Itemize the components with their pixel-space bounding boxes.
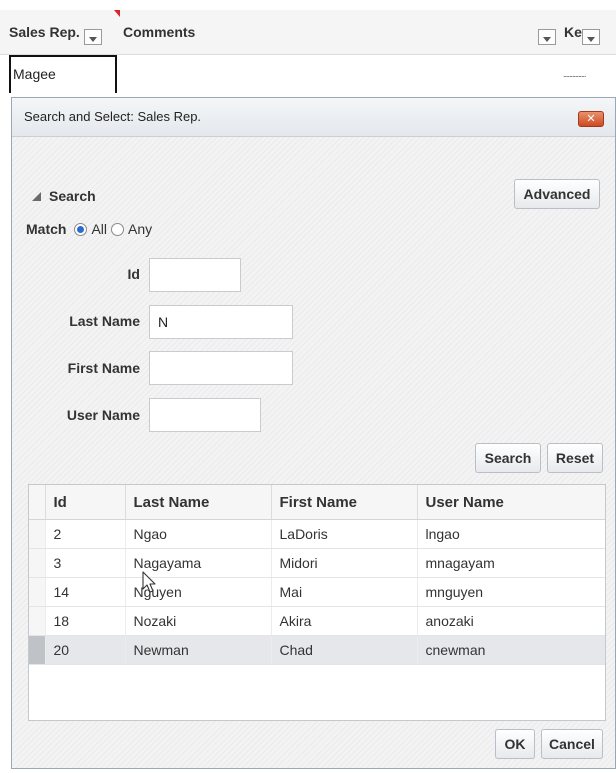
column-label-ke: Ke [564, 24, 582, 40]
match-any-label: Any [128, 221, 153, 237]
close-icon: ✕ [586, 112, 596, 125]
cell-user-name: mnguyen [417, 577, 605, 607]
truncated-cell: ............... [563, 69, 586, 79]
user-name-field[interactable] [149, 398, 261, 432]
cell-id: 2 [45, 519, 126, 549]
search-button[interactable]: Search [475, 443, 541, 473]
results-table: Id Last Name First Name User Name 2 Ngao… [28, 484, 606, 721]
cell-first-name: Chad [271, 635, 418, 665]
cancel-button[interactable]: Cancel [541, 729, 603, 759]
id-field[interactable] [149, 258, 241, 292]
results-header-row: Id Last Name First Name User Name [29, 485, 605, 520]
ok-button[interactable]: OK [495, 729, 535, 759]
first-name-label: First Name [67, 360, 140, 376]
id-label: Id [127, 266, 140, 282]
reset-button[interactable]: Reset [547, 443, 603, 473]
background-table-row: Magee ............... [0, 55, 616, 95]
table-row[interactable]: 2 Ngao LaDoris lngao [29, 519, 605, 549]
cell-first-name: LaDoris [271, 519, 418, 549]
table-row[interactable]: 3 Nagayama Midori mnagayam [29, 548, 605, 578]
cell-last-name: Newman [125, 635, 272, 665]
table-row[interactable]: 14 Nguyen Mai mnguyen [29, 577, 605, 607]
last-name-label: Last Name [69, 313, 140, 329]
row-selector[interactable] [29, 548, 46, 578]
collapse-triangle-icon [32, 191, 41, 201]
comments-sort-control[interactable] [538, 10, 556, 54]
ke-sort-button[interactable] [581, 29, 600, 45]
dialog-title: Search and Select: Sales Rep. [24, 109, 202, 124]
first-name-field[interactable] [149, 351, 293, 385]
cell-id: 3 [45, 548, 126, 578]
row-selector-header [29, 485, 46, 520]
sales-rep-cell[interactable]: Magee [9, 55, 117, 93]
cell-first-name: Akira [271, 606, 418, 636]
cell-first-name: Midori [271, 548, 418, 578]
required-marker-icon [114, 10, 120, 17]
row-selector[interactable] [29, 606, 46, 636]
match-all-radio[interactable] [74, 222, 88, 236]
comments-sort-button[interactable] [538, 29, 556, 45]
column-header-id[interactable]: Id [45, 485, 126, 520]
cell-user-name: cnewman [417, 635, 605, 665]
match-row: Match All Any [26, 221, 156, 237]
dialog-titlebar[interactable]: Search and Select: Sales Rep. ✕ [12, 98, 615, 137]
background-table-header: Sales Rep. Comments Ke [0, 10, 616, 55]
match-all-label: All [91, 221, 108, 237]
mouse-pointer-icon [142, 571, 156, 593]
cell-user-name: mnagayam [417, 548, 605, 578]
search-select-dialog: Search and Select: Sales Rep. ✕ Search A… [11, 97, 616, 769]
cell-last-name: Nozaki [125, 606, 272, 636]
column-header-user-name[interactable]: User Name [417, 485, 605, 520]
column-header-comments[interactable]: Comments [123, 10, 195, 54]
search-section-toggle[interactable]: Search [32, 188, 96, 204]
column-header-last-name[interactable]: Last Name [125, 485, 272, 520]
match-any-radio[interactable] [111, 222, 125, 236]
cell-user-name: anozaki [417, 606, 605, 636]
close-button[interactable]: ✕ [578, 111, 604, 127]
cell-last-name: Ngao [125, 519, 272, 549]
table-row[interactable]: 18 Nozaki Akira anozaki [29, 606, 605, 636]
advanced-button[interactable]: Advanced [514, 179, 600, 209]
column-header-sales-rep[interactable]: Sales Rep. [9, 10, 102, 54]
column-label-comments: Comments [123, 24, 196, 40]
row-selector[interactable] [29, 635, 46, 665]
search-heading: Search [49, 188, 96, 204]
chevron-down-icon [586, 37, 595, 42]
column-header-ke[interactable]: Ke [564, 10, 600, 54]
cell-first-name: Mai [271, 577, 418, 607]
sales-rep-sort-button[interactable] [83, 29, 102, 45]
chevron-down-icon [543, 37, 551, 42]
cell-id: 14 [45, 577, 126, 607]
cell-id: 18 [45, 606, 126, 636]
table-row-selected[interactable]: 20 Newman Chad cnewman [29, 635, 605, 665]
cell-id: 20 [45, 635, 126, 665]
last-name-field[interactable] [149, 305, 293, 339]
cell-user-name: lngao [417, 519, 605, 549]
column-header-first-name[interactable]: First Name [271, 485, 418, 520]
row-selector[interactable] [29, 519, 46, 549]
user-name-label: User Name [66, 407, 140, 423]
chevron-down-icon [88, 37, 97, 42]
column-label-sales-rep: Sales Rep. [9, 24, 80, 40]
match-label: Match [26, 221, 67, 237]
row-selector[interactable] [29, 577, 46, 607]
